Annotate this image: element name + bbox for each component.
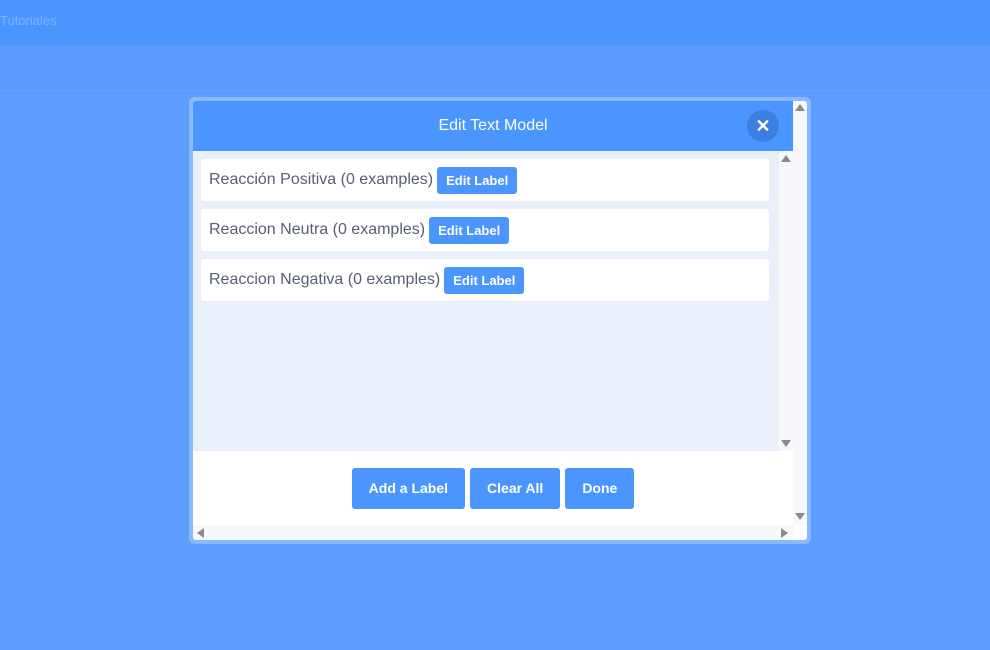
dialog-content: Edit Text Model ✕ Reacción Positiva (0 e… [193, 101, 807, 540]
dialog-vertical-scrollbar[interactable] [793, 101, 807, 525]
edit-label-button[interactable]: Edit Label [437, 166, 518, 194]
clear-all-button[interactable]: Clear All [470, 467, 561, 509]
label-name: Reaccion Neutra (0 examples) [209, 221, 426, 238]
scroll-left-icon[interactable] [197, 528, 204, 538]
dialog-horizontal-scrollbar[interactable] [193, 525, 793, 540]
close-button[interactable]: ✕ [747, 110, 779, 142]
scroll-down-icon[interactable] [781, 440, 791, 447]
scroll-right-icon[interactable] [781, 528, 788, 538]
edit-label-button[interactable]: Edit Label [444, 266, 525, 294]
add-label-button[interactable]: Add a Label [351, 467, 466, 509]
label-list: Reacción Positiva (0 examples) Edit Labe… [193, 151, 779, 451]
scroll-down-icon[interactable] [795, 513, 805, 520]
edit-text-model-dialog: Edit Text Model ✕ Reacción Positiva (0 e… [189, 97, 811, 544]
dialog-footer: Add a Label Clear All Done [193, 451, 793, 525]
scroll-up-icon[interactable] [781, 155, 791, 162]
done-button[interactable]: Done [565, 467, 635, 509]
label-name: Reacción Positiva (0 examples) [209, 171, 434, 188]
close-icon: ✕ [755, 115, 771, 136]
dialog-title: Edit Text Model [438, 117, 548, 134]
edit-label-button[interactable]: Edit Label [429, 216, 510, 244]
label-row-positiva: Reacción Positiva (0 examples) Edit Labe… [201, 159, 769, 201]
label-name: Reaccion Negativa (0 examples) [209, 271, 441, 288]
list-vertical-scrollbar[interactable] [779, 151, 793, 451]
label-row-negativa: Reaccion Negativa (0 examples) Edit Labe… [201, 259, 769, 301]
tutorials-menu-item[interactable]: Tutoriales [0, 13, 57, 28]
scroll-up-icon[interactable] [795, 104, 805, 111]
top-menu-bar: Tutoriales [0, 0, 990, 45]
dialog-header: Edit Text Model ✕ [193, 101, 793, 151]
secondary-bar [0, 45, 990, 91]
label-row-neutra: Reaccion Neutra (0 examples) Edit Label [201, 209, 769, 251]
